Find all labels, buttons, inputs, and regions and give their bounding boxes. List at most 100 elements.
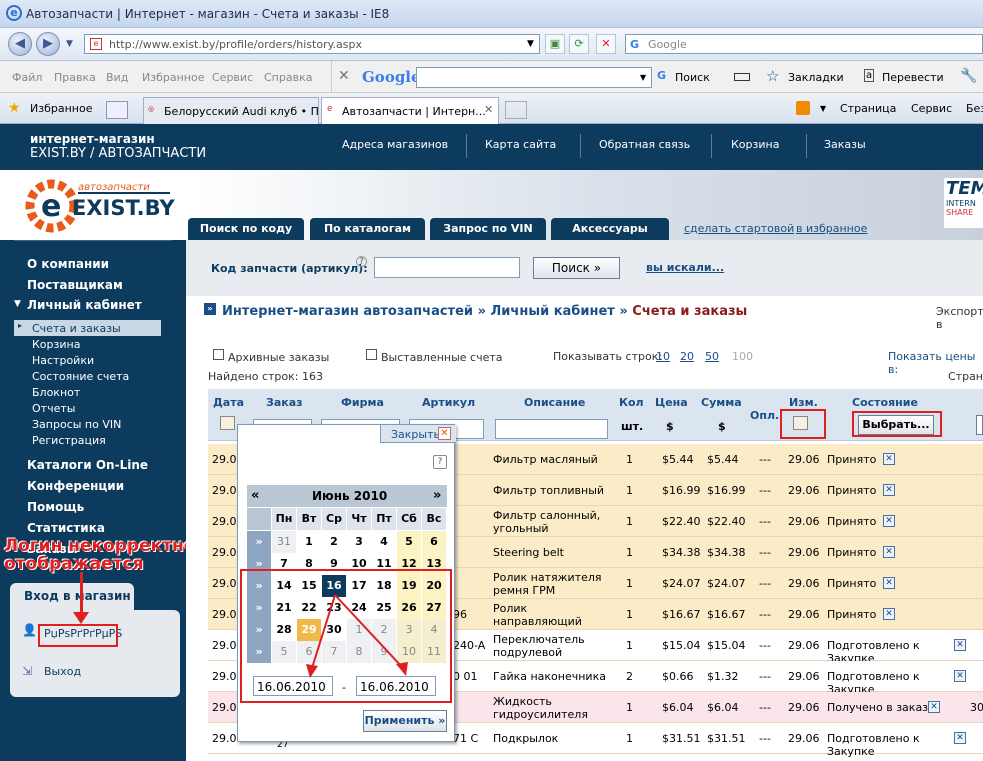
rss-dropdown-icon[interactable]: ▼: [820, 104, 826, 113]
stop-icon[interactable]: ✕: [596, 34, 616, 54]
translate-button[interactable]: Перевести: [882, 71, 944, 84]
sidebar-item-help[interactable]: Помощь: [27, 500, 84, 514]
calendar-day[interactable]: 2: [322, 531, 346, 553]
col-status[interactable]: Состояние: [852, 396, 918, 409]
calendar-help-icon[interactable]: ?: [433, 455, 447, 469]
cancel-item-icon[interactable]: ✕: [883, 515, 895, 527]
issued-checkbox[interactable]: [366, 349, 377, 360]
page-menu[interactable]: Страница: [840, 102, 896, 115]
col-paid[interactable]: Опл.: [750, 409, 779, 422]
recent-searches-link[interactable]: вы искали...: [646, 261, 724, 274]
nav-cart[interactable]: Корзина: [731, 138, 779, 151]
google-input-dropdown-icon[interactable]: ▼: [640, 73, 646, 82]
calendar-prev[interactable]: «: [251, 488, 259, 503]
tab-catalogs[interactable]: По каталогам: [310, 218, 425, 240]
col-article[interactable]: Артикул: [422, 396, 475, 409]
tab-accessories[interactable]: Аксессуары: [551, 218, 669, 240]
google-toolbar-input[interactable]: [416, 67, 652, 88]
sidebar-item-conferences[interactable]: Конференции: [27, 479, 124, 493]
cancel-item-icon[interactable]: ✕: [883, 484, 895, 496]
bookmarks-button[interactable]: Закладки: [788, 71, 844, 84]
col-description[interactable]: Описание: [524, 396, 585, 409]
calendar-day[interactable]: 6: [422, 531, 446, 553]
tools-menu[interactable]: Сервис: [911, 102, 952, 115]
menu-file[interactable]: Файл: [12, 71, 42, 84]
menu-favorites[interactable]: Избранное: [142, 71, 204, 84]
calendar-day[interactable]: 31: [272, 531, 296, 553]
sidebar-sub-balance[interactable]: Состояние счета: [32, 370, 129, 383]
help-icon[interactable]: ?: [356, 256, 367, 267]
breadcrumb-home[interactable]: Интернет-магазин автозапчастей: [222, 304, 473, 319]
sidebar-sub-reports[interactable]: Отчеты: [32, 402, 75, 415]
menu-view[interactable]: Вид: [106, 71, 128, 84]
sidebar-item-stats[interactable]: Статистика: [27, 521, 105, 535]
exist-logo[interactable]: e автозапчасти EXIST.BY: [24, 179, 175, 234]
nav-feedback[interactable]: Обратная связь: [599, 138, 690, 151]
export-label[interactable]: Экспорт в: [936, 305, 983, 331]
col-changed[interactable]: Изм.: [789, 396, 818, 409]
extra-button[interactable]: [976, 415, 983, 435]
cancel-item-icon[interactable]: ✕: [928, 701, 940, 713]
col-sum[interactable]: Сумма: [701, 396, 742, 409]
sidebar-sub-notebook[interactable]: Блокнот: [32, 386, 80, 399]
sidebar-sub-vin[interactable]: Запросы по VIN: [32, 418, 121, 431]
cancel-item-icon[interactable]: ✕: [954, 639, 966, 651]
tab-exist[interactable]: e Автозапчасти | Интерн... ✕: [321, 97, 499, 124]
favorites-button[interactable]: Избранное: [30, 102, 92, 115]
col-brand[interactable]: Фирма: [341, 396, 384, 409]
google-search-button[interactable]: Поиск: [675, 71, 710, 84]
menu-tools[interactable]: Сервис: [212, 71, 253, 84]
browser-search-input[interactable]: Google: [625, 34, 983, 54]
tab-audi-club[interactable]: ◎ Белорусский Audi клуб • Пр...: [143, 97, 319, 124]
rows-50[interactable]: 50: [705, 350, 719, 363]
part-code-input[interactable]: [374, 257, 520, 278]
menu-help[interactable]: Справка: [264, 71, 312, 84]
calendar-close-label[interactable]: Закрыть: [391, 428, 440, 441]
url-input[interactable]: http://www.exist.by/profile/orders/histo…: [84, 34, 540, 54]
sidebar-item-about[interactable]: О компании: [27, 257, 109, 271]
forward-icon[interactable]: ▶: [36, 32, 60, 56]
col-order[interactable]: Заказ: [266, 396, 303, 409]
back-icon[interactable]: ◀: [8, 32, 32, 56]
logout-link[interactable]: Выход: [44, 665, 81, 678]
add-favorites-link[interactable]: в избранное: [796, 222, 867, 235]
calendar-next[interactable]: »: [433, 488, 441, 503]
col-qty[interactable]: Кол: [619, 396, 644, 409]
quick-tabs-icon[interactable]: [106, 101, 128, 119]
make-homepage-link[interactable]: сделать стартовой: [684, 222, 794, 235]
wrench-icon[interactable]: 🔧: [960, 68, 977, 84]
url-dropdown-icon[interactable]: ▼: [527, 39, 534, 49]
sidebar-sub-registration[interactable]: Регистрация: [32, 434, 106, 447]
col-price[interactable]: Цена: [655, 396, 688, 409]
cancel-item-icon[interactable]: ✕: [954, 732, 966, 744]
sidebar-sub-cart[interactable]: Корзина: [32, 338, 80, 351]
highlight-icon[interactable]: [734, 73, 750, 81]
cancel-item-icon[interactable]: ✕: [883, 453, 895, 465]
rows-20[interactable]: 20: [680, 350, 694, 363]
sidebar-item-catalogs[interactable]: Каталоги On-Line: [27, 458, 148, 472]
tab-vin-request[interactable]: Запрос по VIN: [430, 218, 546, 240]
toolbar-close-icon[interactable]: ✕: [338, 68, 350, 84]
safety-menu[interactable]: Без: [966, 102, 983, 115]
tab-search-code[interactable]: Поиск по коду: [188, 218, 304, 240]
cancel-item-icon[interactable]: ✕: [883, 577, 895, 589]
breadcrumb-cabinet[interactable]: Личный кабинет: [491, 304, 615, 319]
week-select-icon[interactable]: »: [247, 531, 271, 553]
rows-10[interactable]: 10: [656, 350, 670, 363]
nav-stores[interactable]: Адреса магазинов: [342, 138, 448, 151]
rss-icon[interactable]: [796, 101, 810, 115]
calendar-apply-button[interactable]: Применить »: [363, 710, 447, 732]
calendar-day[interactable]: 5: [397, 531, 421, 553]
sidebar-item-suppliers[interactable]: Поставщикам: [27, 278, 123, 292]
calendar-day[interactable]: 1: [297, 531, 321, 553]
sidebar-sub-orders[interactable]: Счета и заказы: [32, 322, 121, 335]
tab-close-icon[interactable]: ✕: [484, 103, 493, 116]
col-date[interactable]: Дата: [213, 396, 244, 409]
calendar-day[interactable]: 4: [372, 531, 396, 553]
cancel-item-icon[interactable]: ✕: [883, 546, 895, 558]
nav-sitemap[interactable]: Карта сайта: [485, 138, 556, 151]
history-dropdown-icon[interactable]: ▼: [66, 39, 73, 49]
sidebar-item-cabinet[interactable]: Личный кабинет: [27, 298, 142, 312]
menu-edit[interactable]: Правка: [54, 71, 96, 84]
date-calendar-icon[interactable]: [220, 416, 235, 430]
